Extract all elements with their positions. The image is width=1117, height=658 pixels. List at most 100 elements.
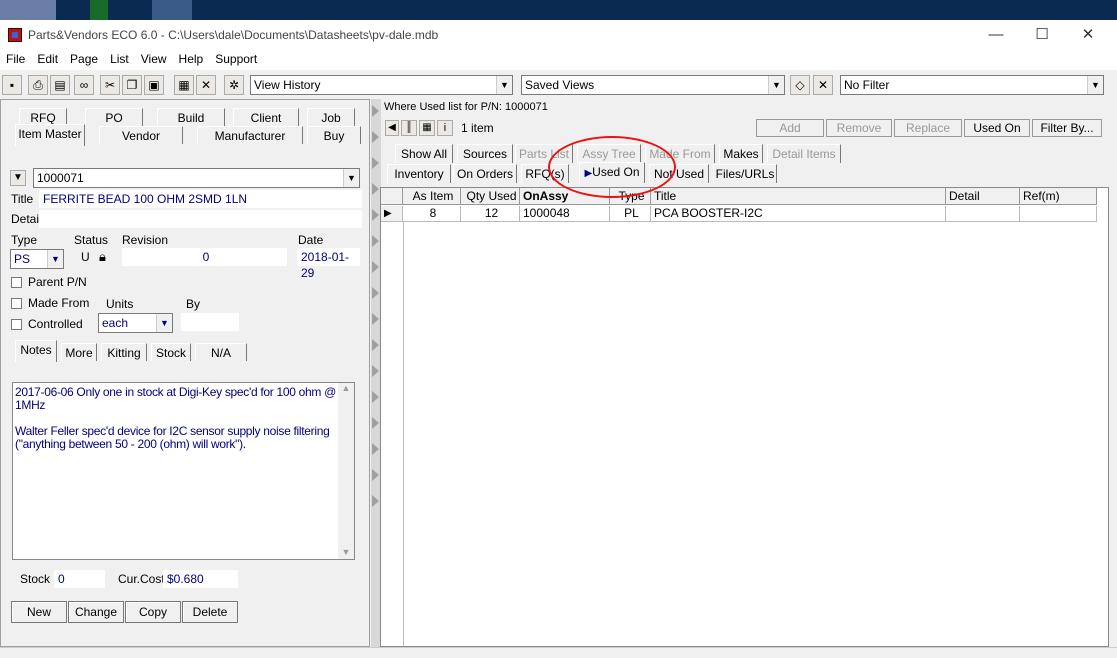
menu-help[interactable]: Help xyxy=(173,50,210,66)
taskbar-app-icon[interactable] xyxy=(152,0,192,20)
chevron-down-icon[interactable]: ▼ xyxy=(496,76,512,94)
paste-icon[interactable]: ▣ xyxy=(144,75,164,95)
menu-file[interactable]: File xyxy=(0,50,31,66)
title-field[interactable]: FERRITE BEAD 100 OHM 2SMD 1LN xyxy=(39,190,362,208)
tab-manufacturer[interactable]: Manufacturer xyxy=(197,126,303,144)
change-button[interactable]: Change xyxy=(68,601,124,623)
eraser-icon[interactable]: ◇ xyxy=(790,75,810,95)
filter-combo[interactable]: No Filter ▼ xyxy=(840,75,1104,95)
chevron-down-icon[interactable]: ▼ xyxy=(338,547,354,557)
type-combo[interactable]: PS ▼ xyxy=(10,249,64,269)
tab-on-orders[interactable]: On Orders xyxy=(453,164,517,183)
filter-funnel-icon[interactable]: ▼ xyxy=(10,170,26,186)
taskbar-app-icon[interactable] xyxy=(0,0,56,20)
notes-scrollbar[interactable]: ▲ ▼ xyxy=(338,383,354,559)
add-button[interactable]: Add xyxy=(756,119,824,137)
column-header-qty-used[interactable]: Qty Used xyxy=(461,188,520,205)
date-field[interactable]: 2018-01-29 xyxy=(297,248,360,280)
used-on-button[interactable]: Used On xyxy=(964,119,1030,137)
tab-client[interactable]: Client xyxy=(233,108,299,126)
chevron-down-icon[interactable]: ▼ xyxy=(768,76,784,94)
tab-detail-items[interactable]: Detail Items xyxy=(767,144,841,163)
clear-filter-x-icon[interactable]: ✕ xyxy=(813,75,833,95)
find-binoculars-icon[interactable]: ∞ xyxy=(74,75,94,95)
column-header-as-item[interactable]: As Item xyxy=(403,188,461,205)
column-header-detail[interactable]: Detail xyxy=(946,188,1020,205)
grid-view-icon[interactable]: ▦ xyxy=(419,120,435,136)
copy-button[interactable]: Copy xyxy=(125,601,181,623)
chevron-down-icon[interactable]: ▼ xyxy=(343,169,359,187)
controlled-checkbox[interactable] xyxy=(11,319,22,330)
print-icon[interactable]: ⎙ xyxy=(28,75,48,95)
detail-field[interactable] xyxy=(39,210,362,228)
tab-kitting[interactable]: Kitting xyxy=(101,343,147,361)
made-from-checkbox[interactable] xyxy=(11,298,22,309)
remove-button[interactable]: Remove xyxy=(826,119,892,137)
prev-record-icon[interactable]: ◀ xyxy=(385,120,399,136)
notes-textarea[interactable]: 2017-06-06 Only one in stock at Digi-Key… xyxy=(12,382,355,560)
lock-icon[interactable]: 🔒︎ xyxy=(99,249,106,265)
table-cell-as-item[interactable]: 8 xyxy=(403,206,461,222)
delete-x-icon[interactable]: ✕ xyxy=(196,75,216,95)
maximize-button[interactable]: ☐ xyxy=(1019,24,1065,46)
table-cell-detail[interactable] xyxy=(946,206,1020,222)
tab-show-all[interactable]: Show All xyxy=(395,144,453,163)
new-button[interactable]: New xyxy=(11,601,67,623)
record-icon[interactable]: ▦ xyxy=(174,75,194,95)
table-cell-title[interactable]: PCA BOOSTER-I2C xyxy=(651,206,946,222)
tab-makes[interactable]: Makes xyxy=(719,144,763,163)
barcode-icon[interactable]: ║ xyxy=(401,120,417,136)
filter-by-button[interactable]: Filter By... xyxy=(1032,119,1102,137)
menu-support[interactable]: Support xyxy=(209,50,263,66)
row-selector-arrow-icon[interactable]: ▶ xyxy=(381,206,403,222)
revision-field[interactable]: 0 xyxy=(122,248,287,266)
tab-na[interactable]: N/A xyxy=(195,343,247,361)
tab-job[interactable]: Job xyxy=(307,108,355,126)
chevron-down-icon[interactable]: ▼ xyxy=(1087,76,1103,94)
tab-vendor[interactable]: Vendor xyxy=(99,126,183,144)
minimize-button[interactable]: — xyxy=(973,24,1019,46)
delete-button[interactable]: Delete xyxy=(182,601,238,623)
view-history-combo[interactable]: View History ▼ xyxy=(250,75,513,95)
table-cell-qty-used[interactable]: 12 xyxy=(461,206,520,222)
print-preview-icon[interactable]: ▤ xyxy=(50,75,70,95)
menu-page[interactable]: Page xyxy=(64,50,104,66)
chevron-up-icon[interactable]: ▲ xyxy=(338,383,354,393)
save-icon[interactable]: ▪ xyxy=(2,75,22,95)
tab-buy[interactable]: Buy xyxy=(307,126,361,144)
cut-icon[interactable]: ✂ xyxy=(100,75,120,95)
tab-stock[interactable]: Stock xyxy=(151,343,191,361)
tab-po[interactable]: PO xyxy=(85,108,143,126)
table-cell-onassy[interactable]: 1000048 xyxy=(520,206,610,222)
chevron-down-icon[interactable]: ▼ xyxy=(47,250,63,268)
tab-sources[interactable]: Sources xyxy=(457,144,513,163)
by-field[interactable] xyxy=(181,313,239,331)
column-header-ref[interactable]: Ref(m) xyxy=(1020,188,1097,205)
tab-notes[interactable]: Notes xyxy=(15,340,57,362)
replace-button[interactable]: Replace xyxy=(894,119,962,137)
copy-icon[interactable]: ❐ xyxy=(122,75,142,95)
curcost-field[interactable]: $0.680 xyxy=(163,570,238,588)
menu-view[interactable]: View xyxy=(135,50,173,66)
settings-gear-icon[interactable]: ✲ xyxy=(224,75,244,95)
used-on-grid[interactable]: As Item Qty Used OnAssy Type Title Detai… xyxy=(380,187,1109,647)
close-button[interactable]: ✕ xyxy=(1065,24,1111,46)
parent-pn-checkbox[interactable] xyxy=(11,277,22,288)
taskbar-app-icon[interactable] xyxy=(90,0,108,20)
stock-field[interactable]: 0 xyxy=(54,570,105,588)
tab-more[interactable]: More xyxy=(61,343,97,361)
table-cell-ref[interactable] xyxy=(1020,206,1097,222)
tab-files-urls[interactable]: Files/URLs xyxy=(713,164,777,183)
units-combo[interactable]: each ▼ xyxy=(98,313,173,333)
menu-edit[interactable]: Edit xyxy=(31,50,64,66)
table-cell-type[interactable]: PL xyxy=(610,206,651,222)
tab-item-master[interactable]: Item Master xyxy=(15,124,85,146)
tab-inventory[interactable]: Inventory xyxy=(387,164,451,183)
saved-views-combo[interactable]: Saved Views ▼ xyxy=(521,75,785,95)
column-header-title[interactable]: Title xyxy=(651,188,946,205)
info-icon[interactable]: i xyxy=(437,120,453,136)
part-number-combo[interactable]: 1000071 ▼ xyxy=(33,168,360,188)
menu-list[interactable]: List xyxy=(104,50,135,66)
tab-build[interactable]: Build xyxy=(157,108,225,126)
chevron-down-icon[interactable]: ▼ xyxy=(156,314,172,332)
